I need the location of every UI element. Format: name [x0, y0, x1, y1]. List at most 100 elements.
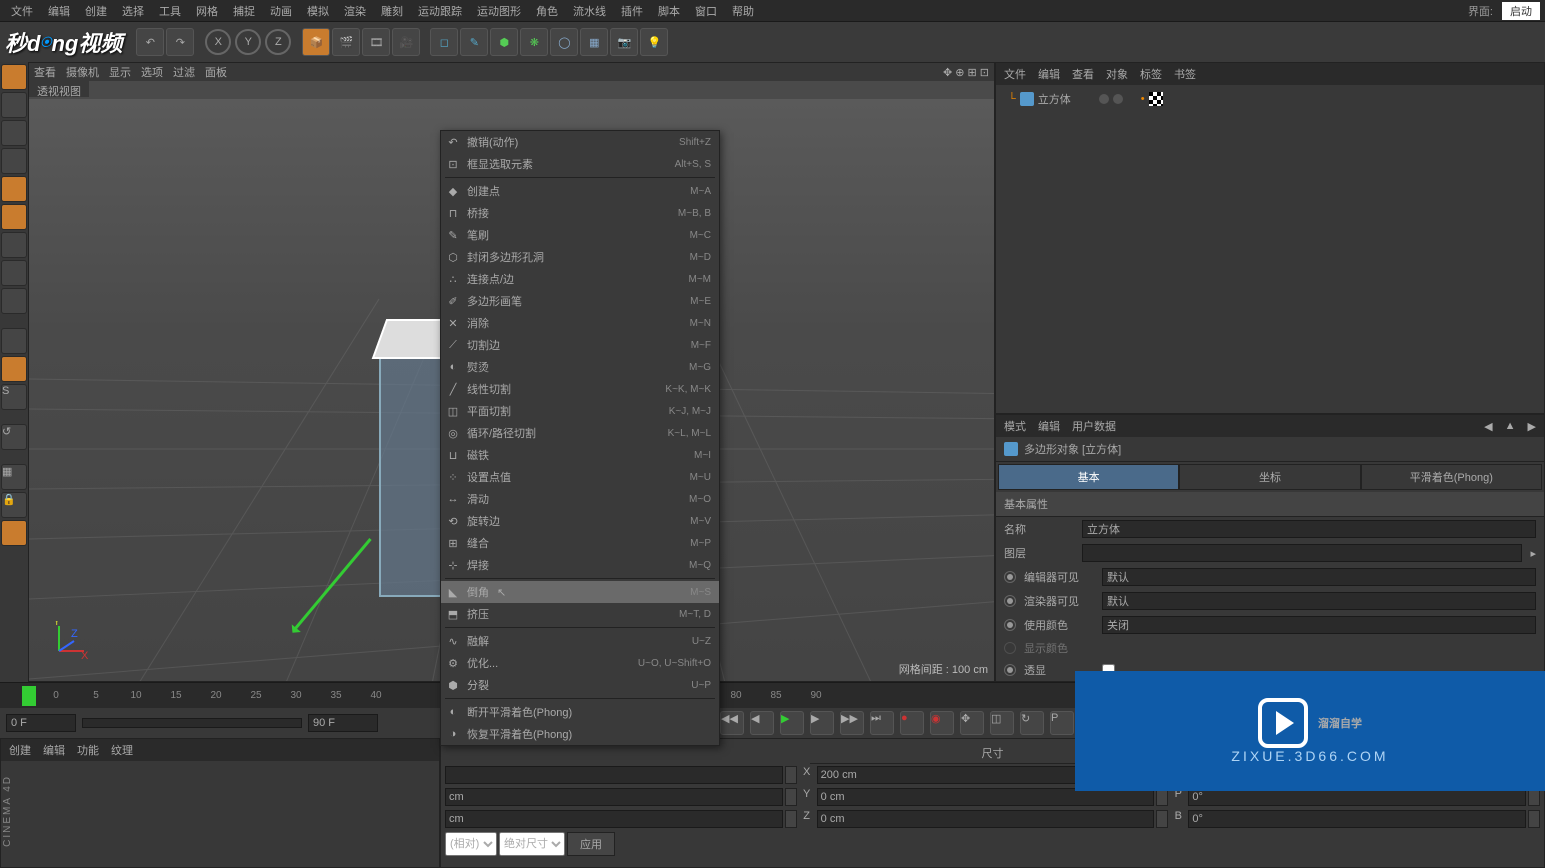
attr-tab-userdata[interactable]: 用户数据 [1072, 418, 1116, 434]
ctx-item-撤销(动作)[interactable]: ↶撤销(动作)Shift+Z [441, 131, 719, 153]
editor-vis-radio[interactable] [1004, 571, 1016, 583]
timeline-playhead[interactable] [22, 686, 36, 706]
pos-z-input[interactable] [445, 810, 783, 828]
menu-pipeline[interactable]: 流水线 [567, 1, 612, 21]
visibility-render-dot[interactable] [1113, 94, 1123, 104]
spinner[interactable] [1528, 810, 1540, 828]
obj-tab-edit[interactable]: 编辑 [1038, 66, 1060, 82]
frame-end-input[interactable] [308, 714, 378, 732]
menu-create[interactable]: 创建 [79, 1, 113, 21]
render-active-button[interactable]: 🎥 [392, 28, 420, 56]
tool-polygon[interactable] [1, 148, 27, 174]
attr-subtab-phong[interactable]: 平滑着色(Phong) [1361, 464, 1542, 490]
menu-edit[interactable]: 编辑 [42, 1, 76, 21]
camera-button[interactable]: 📷 [610, 28, 638, 56]
spinner[interactable] [785, 766, 797, 784]
ctx-item-封闭多边形孔洞[interactable]: ⬡封闭多边形孔洞M~D [441, 246, 719, 268]
apply-button[interactable]: 应用 [567, 832, 615, 856]
tool-object[interactable] [1, 232, 27, 258]
tool-edge[interactable] [1, 120, 27, 146]
ctx-item-滑动[interactable]: ↔滑动M~O [441, 488, 719, 510]
visibility-editor-dot[interactable] [1099, 94, 1109, 104]
next-key-button[interactable]: ▶▶ [840, 711, 864, 735]
ctx-item-设置点值[interactable]: ⁘设置点值M~U [441, 466, 719, 488]
prev-key-button[interactable]: ◀◀ [720, 711, 744, 735]
attr-render-select[interactable] [1102, 592, 1536, 610]
attr-subtab-coord[interactable]: 坐标 [1179, 464, 1360, 490]
menu-help[interactable]: 帮助 [726, 1, 760, 21]
ctx-item-线性切割[interactable]: ╱线性切割K~K, M~K [441, 378, 719, 400]
mat-tab-texture[interactable]: 纹理 [111, 742, 133, 758]
ctx-item-倒角[interactable]: ◣倒角M~S↖ [441, 581, 719, 603]
vp-nav-icons[interactable]: ✥ ⊕ ⊞ ⊡ [943, 66, 989, 79]
tool-magnet[interactable]: ↺ [1, 424, 27, 450]
tool-scale[interactable] [1, 356, 27, 382]
layer-picker-icon[interactable]: ▸ [1530, 547, 1536, 560]
ctx-item-创建点[interactable]: ◆创建点M~A [441, 180, 719, 202]
ctx-item-缝合[interactable]: ⊞缝合M~P [441, 532, 719, 554]
ctx-item-笔刷[interactable]: ✎笔刷M~C [441, 224, 719, 246]
record-button[interactable]: ● [900, 711, 924, 735]
obj-tab-object[interactable]: 对象 [1106, 66, 1128, 82]
ctx-item-切割边[interactable]: ⟋切割边M~F [441, 334, 719, 356]
usecolor-radio[interactable] [1004, 619, 1016, 631]
menu-select[interactable]: 选择 [116, 1, 150, 21]
ctx-item-挤压[interactable]: ⬒挤压M~T, D [441, 603, 719, 625]
ctx-item-消除[interactable]: ✕消除M~N [441, 312, 719, 334]
obj-tab-tags[interactable]: 标签 [1140, 66, 1162, 82]
menu-animate[interactable]: 动画 [264, 1, 298, 21]
key-scale-icon[interactable]: ◫ [990, 711, 1014, 735]
spinner[interactable] [785, 788, 797, 806]
ctx-item-焊接[interactable]: ⊹焊接M~Q [441, 554, 719, 576]
mat-tab-create[interactable]: 创建 [9, 742, 31, 758]
ctx-item-优化...[interactable]: ⚙优化...U~O, U~Shift+O [441, 652, 719, 674]
coord-mode1-select[interactable]: (相对) [445, 832, 497, 856]
autokey-button[interactable]: ◉ [930, 711, 954, 735]
vp-menu-camera[interactable]: 摄像机 [66, 64, 99, 80]
ctx-item-桥接[interactable]: ⊓桥接M~B, B [441, 202, 719, 224]
ctx-item-框显选取元素[interactable]: ⊡框显选取元素Alt+S, S [441, 153, 719, 175]
key-param-p-icon[interactable]: P [1050, 711, 1074, 735]
render-button[interactable]: 📦 [302, 28, 330, 56]
object-item-cube[interactable]: └ 立方体 • [1000, 89, 1540, 109]
render-vis-radio[interactable] [1004, 595, 1016, 607]
attr-tab-edit[interactable]: 编辑 [1038, 418, 1060, 434]
menu-character[interactable]: 角色 [530, 1, 564, 21]
rot-b-input[interactable] [1188, 810, 1526, 828]
menu-mograph[interactable]: 运动图形 [471, 1, 527, 21]
key-rotate-icon[interactable]: ↻ [1020, 711, 1044, 735]
render-settings-button[interactable]: 🎬 [332, 28, 360, 56]
menu-file[interactable]: 文件 [5, 1, 39, 21]
frame-start-input[interactable] [6, 714, 76, 732]
size-z-input[interactable] [817, 810, 1155, 828]
environment-button[interactable]: ◯ [550, 28, 578, 56]
attr-nav-back[interactable]: ◀ [1484, 420, 1492, 433]
obj-tab-bookmark[interactable]: 书签 [1174, 66, 1196, 82]
tool-uv[interactable] [1, 288, 27, 314]
phong-tag-icon[interactable] [1149, 92, 1163, 106]
menu-simulate[interactable]: 模拟 [301, 1, 335, 21]
ctx-item-旋转边[interactable]: ⟲旋转边M~V [441, 510, 719, 532]
floor-button[interactable]: ▦ [580, 28, 608, 56]
menu-snap[interactable]: 捕捉 [227, 1, 261, 21]
ctx-item-磁铁[interactable]: ⊔磁铁M~I [441, 444, 719, 466]
tool-model[interactable] [1, 64, 27, 90]
axis-z-button[interactable]: Z [265, 29, 291, 55]
ctx-item-断开平滑着色(Phong)[interactable]: ◐断开平滑着色(Phong) [441, 701, 719, 723]
vp-menu-filter[interactable]: 过滤 [173, 64, 195, 80]
timeline-slider[interactable] [82, 718, 302, 728]
menu-plugins[interactable]: 插件 [615, 1, 649, 21]
coord-mode2-select[interactable]: 绝对尺寸 [499, 832, 565, 856]
tool-lock[interactable]: 🔒 [1, 492, 27, 518]
next-frame-button[interactable]: ▶ [810, 711, 834, 735]
ctx-item-循环/路径切割[interactable]: ◎循环/路径切割K~L, M~L [441, 422, 719, 444]
pos-x-input[interactable] [445, 766, 783, 784]
tool-rotate[interactable]: S [1, 384, 27, 410]
tool-redo[interactable]: ↷ [166, 28, 194, 56]
mat-tab-edit[interactable]: 编辑 [43, 742, 65, 758]
attr-editor-select[interactable] [1102, 568, 1536, 586]
primitive-cube-button[interactable]: ◻ [430, 28, 458, 56]
ctx-item-连接点/边[interactable]: ∴连接点/边M~M [441, 268, 719, 290]
goto-end-button[interactable]: ⏭ [870, 711, 894, 735]
attr-layer-input[interactable] [1082, 544, 1522, 562]
